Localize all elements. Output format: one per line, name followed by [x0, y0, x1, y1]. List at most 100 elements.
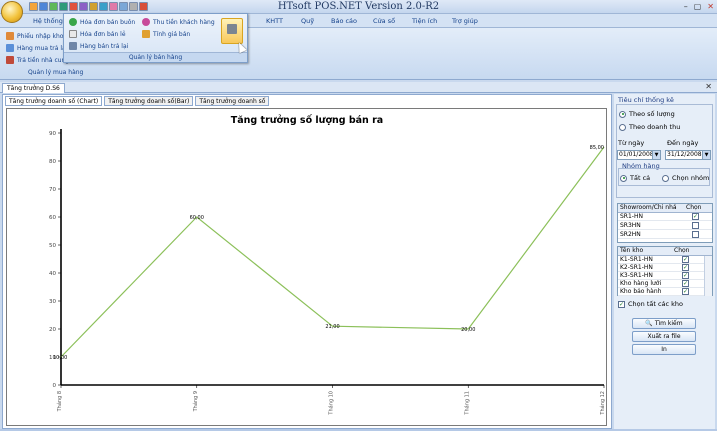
tab-he-thong[interactable]: Hệ thống: [33, 17, 63, 25]
warehouse-scrollbar[interactable]: [704, 256, 712, 296]
showroom-grid: Showroom/Chi nhá Chọn SR1-HN ✓ SR3HN SR2…: [617, 203, 713, 243]
minimize-icon[interactable]: –: [684, 2, 688, 11]
tab-quy[interactable]: Quỹ: [301, 17, 314, 25]
y-tick-label: 50: [49, 243, 56, 249]
radio-all-groups-label: Tất cả: [630, 174, 651, 182]
document-tab-strip: Tăng trưởng D.S6 ✕: [0, 82, 717, 93]
search-icon: 🔍: [645, 320, 653, 327]
showroom-checkbox[interactable]: [692, 231, 699, 238]
from-date-input[interactable]: 01/01/2008 ▼: [617, 150, 661, 160]
x-tick-label: Tháng 10: [328, 391, 335, 416]
hoa-don-ban-le-item[interactable]: Hóa đơn bán lẻ: [69, 30, 126, 38]
close-document-icon[interactable]: ✕: [705, 82, 712, 91]
showroom-checkbox[interactable]: ✓: [692, 213, 699, 220]
main-content: Tăng trưởng doanh số (Chart) Tăng trưởng…: [2, 94, 612, 429]
y-tick-label: 30: [49, 299, 56, 305]
close-icon[interactable]: ✕: [707, 2, 714, 11]
radio-by-revenue-label: Theo doanh thu: [629, 123, 681, 131]
tra-tien-nha-cung-button[interactable]: Trả tiền nhà cung: [6, 56, 69, 64]
radio-by-quantity[interactable]: Theo số lượng: [619, 110, 675, 118]
price-tag-icon: [142, 30, 150, 38]
data-label: 10,00: [53, 355, 67, 361]
chevron-down-icon[interactable]: ▼: [702, 151, 710, 159]
print-button[interactable]: In: [632, 344, 696, 355]
chevron-down-icon[interactable]: ▼: [652, 151, 660, 159]
phieu-nhap-kho-button[interactable]: Phiếu nhập kho: [6, 32, 63, 40]
hang-mua-tra-lai-button[interactable]: Hàng mua trả lại: [6, 44, 67, 52]
return-icon: [6, 44, 14, 52]
select-all-checkbox[interactable]: ✓: [618, 300, 625, 308]
table-row[interactable]: K3-SR1-HN ✓: [618, 272, 712, 280]
hang-ban-tra-lai-label: Hàng bán trả lại: [80, 42, 129, 50]
data-label: 60,00: [190, 215, 204, 221]
warehouse-name: K1-SR1-HN: [620, 256, 653, 263]
tinh-gia-ban-item[interactable]: Tính giá bán: [142, 30, 190, 38]
search-button[interactable]: 🔍 Tìm kiếm: [632, 318, 696, 329]
select-all-label: Chọn tất các kho: [628, 300, 684, 308]
chart-title: Tăng trưởng số lượng bán ra: [231, 115, 383, 126]
showroom-checkbox[interactable]: [692, 222, 699, 229]
printer-icon[interactable]: [221, 18, 243, 44]
hang-ban-tra-lai-item[interactable]: Hàng bán trả lại: [69, 42, 128, 50]
thu-tien-khach-hang-item[interactable]: Thu tiền khách hàng: [142, 18, 215, 26]
doc-tab-tang-truong[interactable]: Tăng trưởng D.S6: [2, 83, 65, 93]
phieu-nhap-kho-label: Phiếu nhập kho: [17, 32, 64, 40]
warehouse-checkbox[interactable]: ✓: [682, 256, 689, 263]
showroom-name: SR1-HN: [620, 213, 643, 220]
search-button-label: Tìm kiếm: [654, 320, 683, 327]
data-label: 21,00: [325, 324, 339, 330]
export-button[interactable]: Xuất ra file: [632, 331, 696, 342]
pick-header: Chọn: [686, 204, 702, 211]
window-controls: – ▢ ✕: [684, 2, 714, 11]
showroom-grid-header: Showroom/Chi nhá Chọn: [618, 204, 712, 213]
tab-growth-chart[interactable]: Tăng trưởng doanh số (Chart): [5, 96, 103, 106]
radio-by-quantity-label: Theo số lượng: [629, 110, 675, 118]
warehouse-checkbox[interactable]: ✓: [682, 288, 689, 295]
to-date-input[interactable]: 31/12/2008 ▼: [665, 150, 711, 160]
radio-by-revenue[interactable]: Theo doanh thu: [619, 123, 680, 131]
warehouse-checkbox[interactable]: ✓: [682, 264, 689, 271]
warehouse-checkbox[interactable]: ✓: [682, 280, 689, 287]
warehouse-name: K3-SR1-HN: [620, 272, 653, 279]
tab-cua-so[interactable]: Cửa sổ: [373, 17, 395, 25]
tab-tien-ich[interactable]: Tiện ích: [412, 17, 437, 25]
hoa-don-ban-le-label: Hóa đơn bán lẻ: [80, 30, 126, 38]
chart-tabs: Tăng trưởng doanh số (Chart) Tăng trưởng…: [5, 96, 270, 107]
line-chart: Tăng trưởng số lượng bán ra0102030405060…: [49, 115, 606, 416]
showroom-name: SR3HN: [620, 222, 641, 229]
table-row[interactable]: SR2HN: [618, 231, 712, 239]
hoa-don-ban-buon-label: Hóa đơn bán buôn: [80, 18, 136, 26]
tab-growth-bar[interactable]: Tăng trưởng doanh số(Bar): [104, 96, 194, 106]
x-tick-label: Tháng 8: [56, 391, 63, 412]
radio-pick-group-label: Chọn nhóm: [672, 174, 710, 182]
radio-all-groups[interactable]: Tất cả: [620, 174, 650, 182]
app-orb-button[interactable]: [1, 1, 23, 23]
tab-khtt[interactable]: KHTT: [266, 17, 283, 25]
showroom-name: SR2HN: [620, 231, 641, 238]
warehouse-grid-header: Tên kho Chọn: [618, 247, 712, 256]
table-row[interactable]: SR1-HN ✓: [618, 213, 712, 221]
tab-tro-giup[interactable]: Trợ giúp: [452, 17, 478, 25]
table-row[interactable]: Kho hàng lưới ✓: [618, 280, 712, 288]
table-row[interactable]: K2-SR1-HN ✓: [618, 264, 712, 272]
to-date-label: Đến ngày: [667, 139, 699, 147]
warehouse-header: Tên kho: [620, 247, 644, 254]
x-tick-label: Tháng 11: [463, 391, 470, 416]
maximize-icon[interactable]: ▢: [694, 2, 702, 11]
panel-title: Tiêu chí thống kê: [618, 96, 674, 104]
y-tick-label: 80: [49, 159, 56, 165]
table-row[interactable]: K1-SR1-HN ✓: [618, 256, 712, 264]
table-row[interactable]: SR3HN: [618, 222, 712, 230]
tab-bao-cao[interactable]: Báo cáo: [331, 17, 357, 25]
select-all-warehouses[interactable]: ✓ Chọn tất các kho: [618, 300, 683, 308]
tab-growth-table[interactable]: Tăng trưởng doanh số: [195, 96, 270, 106]
radio-pick-group[interactable]: Chọn nhóm: [662, 174, 709, 182]
hoa-don-ban-buon-item[interactable]: Hóa đơn bán buôn: [69, 18, 135, 26]
warehouse-checkbox[interactable]: ✓: [682, 272, 689, 279]
sales-return-icon: [69, 42, 77, 50]
invoice-retail-icon: [69, 30, 77, 38]
hang-mua-tra-lai-label: Hàng mua trả lại: [17, 44, 68, 52]
x-tick-label: Tháng 12: [599, 391, 606, 416]
table-row[interactable]: Kho bảo hành ✓: [618, 288, 712, 296]
y-tick-label: 60: [49, 215, 56, 221]
